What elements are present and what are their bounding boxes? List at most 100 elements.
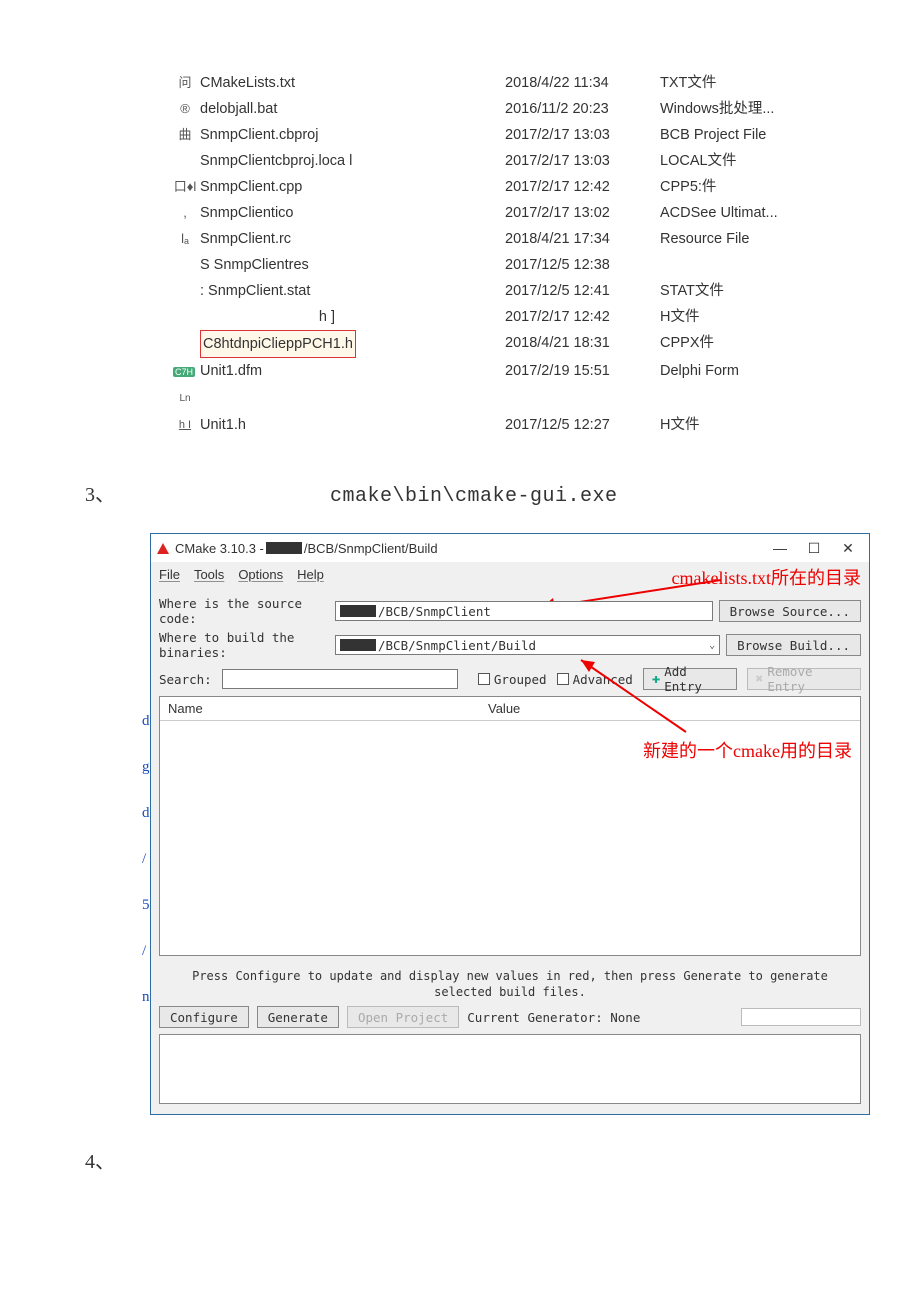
- file-list: 问CMakeLists.txt2018/4/22 11:34TXT文件 ®del…: [170, 70, 920, 438]
- window-title-suffix: /BCB/SnmpClient/Build: [304, 541, 438, 556]
- search-input[interactable]: [222, 669, 458, 689]
- file-icon: ,: [170, 200, 200, 226]
- file-date: 2018/4/22 11:34: [505, 70, 660, 96]
- list-item: ,SnmpClientico2017/2/17 13:02ACDSee Ulti…: [170, 200, 920, 226]
- file-name: Unit1.h: [200, 412, 505, 438]
- file-date: 2017/2/17 13:03: [505, 148, 660, 174]
- close-button[interactable]: ✕: [831, 540, 865, 557]
- menu-file[interactable]: File: [159, 567, 180, 582]
- file-name: SnmpClient.cbproj: [200, 122, 505, 148]
- file-icon: lₐ: [170, 226, 200, 252]
- list-item: SSnmpClientres2017/12/5 12:38: [170, 252, 920, 278]
- file-type: CPPX件: [660, 330, 830, 358]
- redacted-path-segment: [340, 605, 376, 617]
- cache-grid[interactable]: Name Value 新建的一个cmake用的目录: [159, 696, 861, 956]
- file-date: 2017/12/5 12:38: [505, 252, 660, 278]
- file-icon: [170, 252, 200, 278]
- search-label: Search:: [159, 672, 212, 687]
- file-type: ACDSee Ultimat...: [660, 200, 830, 226]
- list-item: C7HLnUnit1.dfm2017/2/19 15:51Delphi Form: [170, 358, 920, 412]
- file-name: :SnmpClient.stat: [200, 278, 505, 304]
- add-entry-button[interactable]: ✚Add Entry: [643, 668, 737, 690]
- step-3-heading: 3、 cmake\bin\cmake-gui.exe: [85, 478, 920, 508]
- menu-tools[interactable]: Tools: [194, 567, 224, 582]
- list-item: C8htdnpiClieppPCH1.h2018/4/21 18:31CPPX件: [170, 330, 920, 358]
- file-date: 2017/2/17 13:02: [505, 200, 660, 226]
- list-item: 问CMakeLists.txt2018/4/22 11:34TXT文件: [170, 70, 920, 96]
- list-item: h ]2017/2/17 12:42H文件: [170, 304, 920, 330]
- build-input[interactable]: /BCB/SnmpClient/Build ⌄: [335, 635, 720, 655]
- file-type: Delphi Form: [660, 358, 830, 412]
- file-type: Windows批处理...: [660, 96, 830, 122]
- redacted-path-segment: [340, 639, 376, 651]
- list-item: :SnmpClient.stat2017/12/5 12:41STAT文件: [170, 278, 920, 304]
- menu-help[interactable]: Help: [297, 567, 324, 582]
- browse-build-button[interactable]: Browse Build...: [726, 634, 861, 656]
- menu-options[interactable]: Options: [238, 567, 283, 582]
- generate-button[interactable]: Generate: [257, 1006, 339, 1028]
- maximize-button[interactable]: ☐: [797, 540, 831, 557]
- file-date: 2017/2/19 15:51: [505, 358, 660, 412]
- file-name: SnmpClientcbproj.loca l: [200, 148, 505, 174]
- advanced-checkbox[interactable]: Advanced: [557, 672, 633, 687]
- file-type: H文件: [660, 412, 830, 438]
- file-name: SnmpClientico: [200, 200, 505, 226]
- window-title-prefix: CMake 3.10.3 -: [175, 541, 264, 556]
- current-generator-label: Current Generator: None: [467, 1010, 640, 1025]
- grid-header-value: Value: [488, 701, 520, 716]
- remove-entry-button: ✖Remove Entry: [747, 668, 861, 690]
- file-icon: C7HLn: [170, 358, 200, 412]
- minimize-button[interactable]: —: [763, 540, 797, 556]
- file-name: C8htdnpiClieppPCH1.h: [200, 330, 505, 358]
- dropdown-caret-icon[interactable]: ⌄: [709, 640, 715, 651]
- file-date: 2017/2/17 13:03: [505, 122, 660, 148]
- exe-path: cmake\bin\cmake-gui.exe: [330, 485, 618, 508]
- file-icon: ®: [170, 96, 200, 122]
- instructions-text: Press Configure to update and display ne…: [159, 968, 861, 1000]
- file-name: SnmpClient.cpp: [200, 174, 505, 200]
- annotation-source-dir: cmakelists.txt所在的目录: [672, 564, 861, 590]
- file-icon: 口♦l: [170, 174, 200, 200]
- file-date: 2017/12/5 12:41: [505, 278, 660, 304]
- file-icon: [170, 278, 200, 304]
- browse-source-button[interactable]: Browse Source...: [719, 600, 861, 622]
- source-input[interactable]: /BCB/SnmpClient: [335, 601, 713, 621]
- file-icon: [170, 330, 200, 358]
- form-area: Where is the source code: /BCB/SnmpClien…: [151, 586, 869, 1114]
- cmake-logo-icon: [157, 543, 169, 554]
- file-icon: [170, 148, 200, 174]
- file-type: LOCAL文件: [660, 148, 830, 174]
- file-type: STAT文件: [660, 278, 830, 304]
- output-log[interactable]: [159, 1034, 861, 1104]
- file-type: CPP5:件: [660, 174, 830, 200]
- file-name: SnmpClient.rc: [200, 226, 505, 252]
- file-name: CMakeLists.txt: [200, 70, 505, 96]
- file-date: 2017/2/17 12:42: [505, 304, 660, 330]
- file-icon: 曲: [170, 122, 200, 148]
- list-item: ®delobjall.bat2016/11/2 20:23Windows批处理.…: [170, 96, 920, 122]
- annotation-build-dir: 新建的一个cmake用的目录: [643, 737, 852, 763]
- list-item: SnmpClientcbproj.loca l2017/2/17 13:03LO…: [170, 148, 920, 174]
- plus-icon: ✚: [652, 671, 660, 687]
- step-number: 3、: [85, 484, 115, 506]
- file-name: h ]: [200, 304, 505, 330]
- file-type: [660, 252, 830, 278]
- file-name: Unit1.dfm: [200, 358, 505, 412]
- list-item: 口♦lSnmpClient.cpp2017/2/17 12:42CPP5:件: [170, 174, 920, 200]
- cmake-gui-window: CMake 3.10.3 - /BCB/SnmpClient/Build — ☐…: [150, 533, 870, 1115]
- file-date: 2018/4/21 18:31: [505, 330, 660, 358]
- file-type: TXT文件: [660, 70, 830, 96]
- list-item: h IUnit1.h2017/12/5 12:27H文件: [170, 412, 920, 438]
- open-project-button: Open Project: [347, 1006, 459, 1028]
- grid-header-name: Name: [168, 701, 488, 716]
- build-label: Where to build the binaries:: [159, 630, 329, 660]
- list-item: lₐSnmpClient.rc2018/4/21 17:34Resource F…: [170, 226, 920, 252]
- remove-icon: ✖: [756, 672, 764, 687]
- file-icon: 问: [170, 70, 200, 96]
- file-icon: [170, 304, 200, 330]
- grouped-checkbox[interactable]: Grouped: [478, 672, 547, 687]
- file-name: delobjall.bat: [200, 96, 505, 122]
- list-item: 曲SnmpClient.cbproj2017/2/17 13:03BCB Pro…: [170, 122, 920, 148]
- file-date: 2016/11/2 20:23: [505, 96, 660, 122]
- configure-button[interactable]: Configure: [159, 1006, 249, 1028]
